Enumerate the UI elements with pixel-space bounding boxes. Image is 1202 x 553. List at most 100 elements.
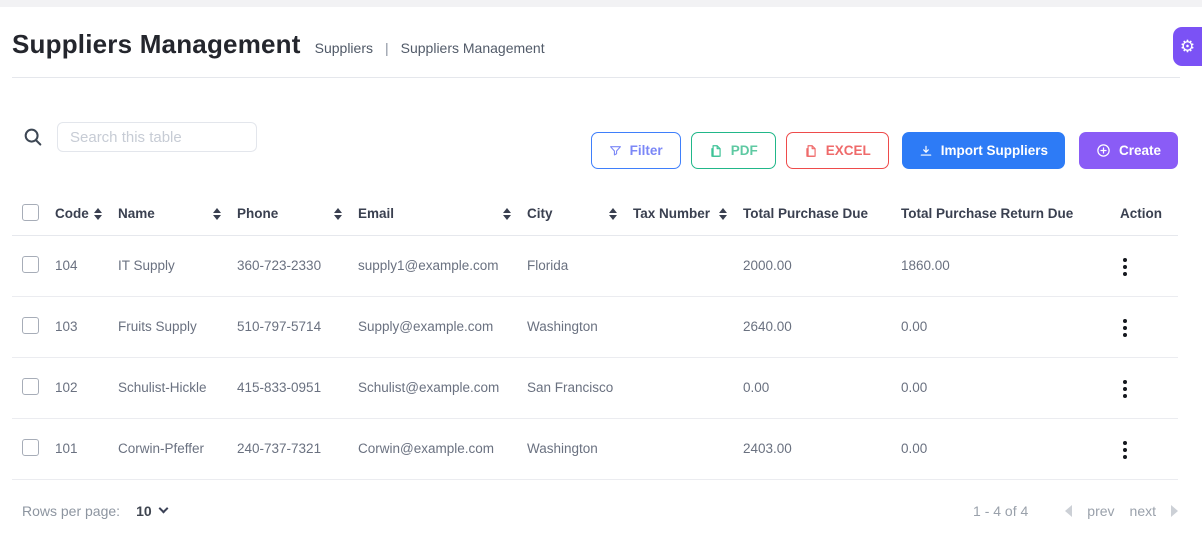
row-checkbox[interactable] bbox=[22, 317, 39, 334]
cell-name: Schulist-Hickle bbox=[118, 380, 207, 395]
suppliers-table: Code Name Phone Email City Tax Number Total Pu… bbox=[12, 193, 1178, 480]
sort-icon bbox=[719, 208, 727, 220]
column-header-city[interactable]: City bbox=[527, 193, 633, 235]
cell-total_purchase_return_due: 0.00 bbox=[901, 441, 927, 456]
column-header-email[interactable]: Email bbox=[358, 193, 527, 235]
row-checkbox[interactable] bbox=[22, 256, 39, 273]
next-page-icon[interactable] bbox=[1171, 505, 1178, 517]
cell-email: Corwin@example.com bbox=[358, 441, 494, 456]
breadcrumb-current: Suppliers Management bbox=[401, 40, 545, 56]
column-label-city: City bbox=[527, 206, 553, 221]
cell-total_purchase_return_due: 1860.00 bbox=[901, 258, 950, 273]
breadcrumb-parent[interactable]: Suppliers bbox=[315, 40, 373, 56]
page-title: Suppliers Management bbox=[12, 29, 301, 60]
import-suppliers-label: Import Suppliers bbox=[941, 143, 1048, 158]
cell-city: Washington bbox=[527, 319, 598, 334]
settings-button[interactable]: ⚙ bbox=[1173, 27, 1202, 66]
pdf-button[interactable]: PDF bbox=[691, 132, 776, 169]
filter-button-label: Filter bbox=[630, 143, 663, 158]
import-suppliers-button[interactable]: Import Suppliers bbox=[902, 132, 1065, 169]
cell-email: Supply@example.com bbox=[358, 319, 493, 334]
breadcrumb: Suppliers | Suppliers Management bbox=[315, 40, 545, 56]
column-label-code: Code bbox=[55, 206, 89, 221]
sort-icon bbox=[213, 208, 221, 220]
cell-total_purchase_return_due: 0.00 bbox=[901, 319, 927, 334]
row-checkbox[interactable] bbox=[22, 439, 39, 456]
rows-per-page-label: Rows per page: bbox=[22, 503, 120, 519]
search-icon bbox=[22, 126, 44, 148]
select-all-checkbox[interactable] bbox=[22, 204, 39, 221]
prev-page-icon[interactable] bbox=[1065, 505, 1072, 517]
column-label-name: Name bbox=[118, 206, 155, 221]
cell-email: supply1@example.com bbox=[358, 258, 499, 273]
excel-file-icon bbox=[804, 144, 818, 158]
pdf-file-icon bbox=[709, 144, 723, 158]
filter-button[interactable]: Filter bbox=[591, 132, 681, 169]
pagination-range: 1 - 4 of 4 bbox=[973, 503, 1028, 519]
header-divider bbox=[12, 77, 1180, 78]
table-header-row: Code Name Phone Email City Tax Number Total Pu… bbox=[12, 193, 1178, 235]
filter-funnel-icon bbox=[609, 144, 622, 157]
column-header-code[interactable]: Code bbox=[55, 193, 118, 235]
cell-total_purchase_return_due: 0.00 bbox=[901, 380, 927, 395]
download-icon bbox=[919, 144, 933, 158]
sort-icon bbox=[334, 208, 342, 220]
pagination: 1 - 4 of 4 prev next bbox=[973, 503, 1178, 519]
row-checkbox[interactable] bbox=[22, 378, 39, 395]
cell-phone: 510-797-5714 bbox=[237, 319, 321, 334]
search-input[interactable] bbox=[57, 122, 257, 152]
next-page-link[interactable]: next bbox=[1130, 503, 1156, 519]
column-header-select[interactable] bbox=[12, 193, 55, 235]
search-area bbox=[12, 122, 257, 152]
rows-per-page: Rows per page: 10 bbox=[12, 503, 167, 519]
column-label-tax_number: Tax Number bbox=[633, 206, 710, 221]
cell-city: San Francisco bbox=[527, 380, 613, 395]
sort-icon bbox=[94, 208, 102, 220]
column-label-total_purchase_return_due: Total Purchase Return Due bbox=[901, 206, 1073, 221]
prev-page-link[interactable]: prev bbox=[1087, 503, 1114, 519]
cell-total_purchase_due: 2403.00 bbox=[743, 441, 792, 456]
row-actions-button[interactable] bbox=[1117, 374, 1133, 404]
cell-total_purchase_due: 2640.00 bbox=[743, 319, 792, 334]
column-header-tax_number[interactable]: Tax Number bbox=[633, 193, 743, 235]
row-actions-button[interactable] bbox=[1117, 435, 1133, 465]
column-label-email: Email bbox=[358, 206, 394, 221]
top-strip bbox=[0, 0, 1202, 7]
cell-total_purchase_due: 2000.00 bbox=[743, 258, 792, 273]
cell-total_purchase_due: 0.00 bbox=[743, 380, 769, 395]
cell-name: Corwin-Pfeffer bbox=[118, 441, 204, 456]
excel-button[interactable]: EXCEL bbox=[786, 132, 889, 169]
row-actions-button[interactable] bbox=[1117, 252, 1133, 282]
plus-circle-icon bbox=[1096, 143, 1111, 158]
rows-per-page-value: 10 bbox=[136, 503, 152, 519]
table-row: 103Fruits Supply510-797-5714Supply@examp… bbox=[12, 296, 1178, 357]
column-header-total_purchase_return_due: Total Purchase Return Due bbox=[901, 193, 1100, 235]
column-header-name[interactable]: Name bbox=[118, 193, 237, 235]
cell-name: IT Supply bbox=[118, 258, 175, 273]
kebab-icon bbox=[1123, 319, 1127, 323]
cell-phone: 415-833-0951 bbox=[237, 380, 321, 395]
column-header-phone[interactable]: Phone bbox=[237, 193, 358, 235]
row-actions-button[interactable] bbox=[1117, 313, 1133, 343]
cell-email: Schulist@example.com bbox=[358, 380, 499, 395]
table-row: 104IT Supply360-723-2330supply1@example.… bbox=[12, 235, 1178, 296]
kebab-icon bbox=[1123, 441, 1127, 445]
cell-city: Florida bbox=[527, 258, 568, 273]
column-label-action: Action bbox=[1120, 206, 1162, 221]
sort-icon bbox=[609, 208, 617, 220]
rows-per-page-select[interactable]: 10 bbox=[136, 503, 167, 519]
cell-phone: 240-737-7321 bbox=[237, 441, 321, 456]
column-header-total_purchase_due: Total Purchase Due bbox=[743, 193, 901, 235]
kebab-icon bbox=[1123, 258, 1127, 262]
cell-phone: 360-723-2330 bbox=[237, 258, 321, 273]
create-button[interactable]: Create bbox=[1079, 132, 1178, 169]
sort-icon bbox=[503, 208, 511, 220]
column-header-action: Action bbox=[1100, 193, 1178, 235]
toolbar: Filter PDF EXCEL bbox=[12, 122, 1178, 169]
cell-code: 101 bbox=[55, 441, 78, 456]
toolbar-buttons: Filter PDF EXCEL bbox=[591, 132, 1178, 169]
cell-code: 103 bbox=[55, 319, 78, 334]
column-label-phone: Phone bbox=[237, 206, 278, 221]
chevron-down-icon bbox=[158, 504, 168, 514]
gear-icon: ⚙ bbox=[1180, 37, 1195, 57]
